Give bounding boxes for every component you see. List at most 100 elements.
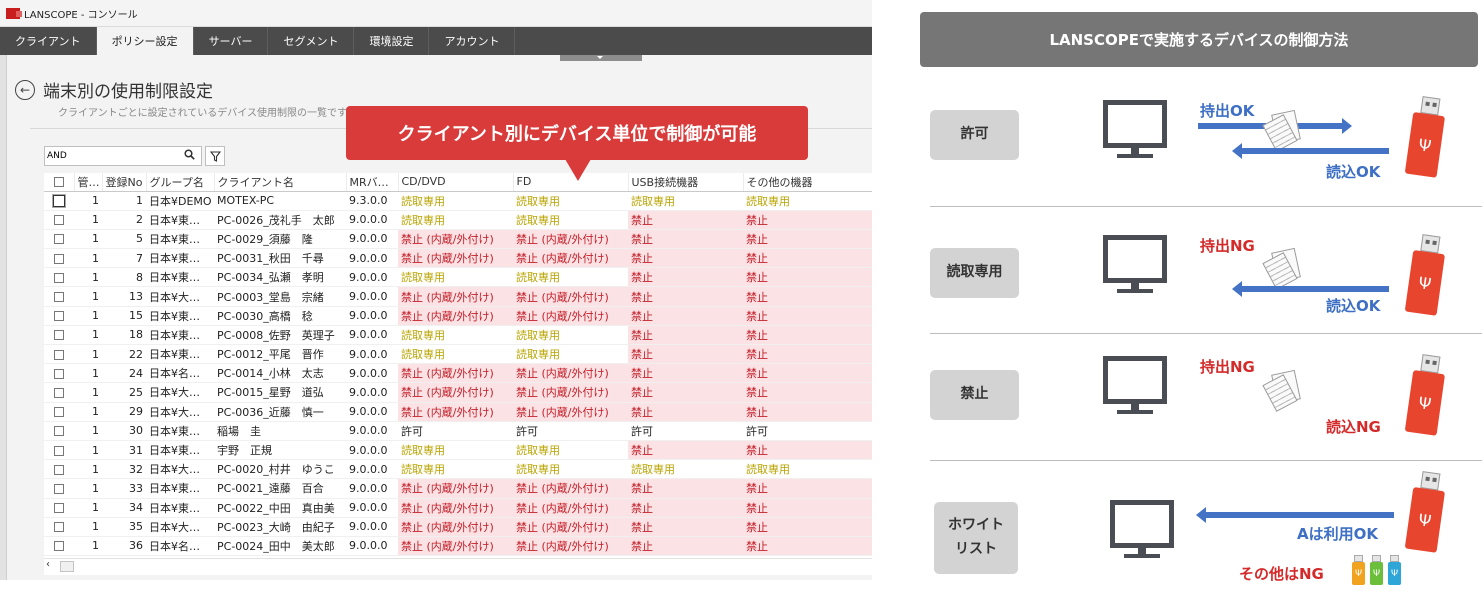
tab-server[interactable]: サーバー (194, 27, 269, 55)
row-select-cell[interactable] (44, 363, 74, 384)
cell-reg-no: 22 (102, 344, 146, 365)
row-select-cell[interactable] (44, 210, 74, 230)
table-row[interactable]: 1 35 日本¥大… PC-0023_大崎 由紀子 9.0.0.0 禁止 (内蔵/外付け)… (44, 517, 872, 537)
table-row[interactable]: 1 31 日本¥東… 宇野 正規 9.0.0.0 読取専用 読取専用 禁止 禁止 (44, 440, 872, 461)
row-select-cell[interactable] (44, 382, 74, 403)
select-all-checkbox[interactable] (53, 177, 64, 188)
table-row[interactable]: 1 15 日本¥東… PC-0030_高橋 稔 9.0.0.0 禁止 (内蔵/外付け) 禁止… (44, 306, 872, 326)
col-header-reg-no[interactable]: 登録No (102, 173, 147, 192)
search-icon[interactable] (184, 149, 195, 163)
row-select-cell[interactable] (44, 248, 74, 269)
row-checkbox[interactable] (54, 541, 64, 552)
horizontal-scrollbar[interactable]: ‹ (44, 558, 872, 573)
col-header-other[interactable]: その他の機器 (743, 173, 872, 192)
table-row[interactable]: 1 30 日本¥東… 稲場 圭 9.0.0.0 許可 許可 許可 許可 (44, 421, 872, 441)
row-select-cell[interactable] (44, 344, 74, 365)
row-checkbox[interactable] (54, 503, 64, 514)
table-row[interactable]: 1 32 日本¥大… PC-0020_村井 ゆうこ 9.0.0.0 読取専用 読取専用 読取専… (44, 459, 872, 480)
row-select-cell[interactable] (44, 498, 74, 518)
scrollbar-thumb[interactable] (60, 561, 74, 572)
row-select-cell[interactable] (44, 440, 74, 461)
row-checkbox[interactable] (54, 483, 64, 494)
row-select-cell[interactable] (44, 421, 74, 441)
table-row[interactable]: 1 24 日本¥名… PC-0014_小林 太志 9.0.0.0 禁止 (内蔵/外付け) 禁… (44, 363, 872, 384)
table-row[interactable]: 1 33 日本¥東… PC-0021_遠藤 百合 9.0.0.0 禁止 (内蔵/外付け) 禁… (44, 478, 872, 499)
row-select-cell[interactable] (44, 325, 74, 346)
row-checkbox[interactable] (54, 426, 64, 437)
filter-field[interactable] (44, 146, 202, 166)
scroll-left-icon[interactable]: ‹ (46, 559, 50, 570)
tab-environment-settings[interactable]: 環境設定 (354, 27, 430, 55)
table-row[interactable]: 1 18 日本¥東… PC-0008_佐野 英理子 9.0.0.0 読取専用 読取専用 禁止禁… (44, 325, 872, 346)
row-checkbox[interactable] (54, 253, 64, 264)
row-checkbox[interactable] (54, 387, 64, 398)
row-select-cell[interactable] (44, 478, 74, 499)
cell-fd: 禁止 (内蔵/外付け) (513, 286, 628, 307)
row-select-cell[interactable] (44, 229, 74, 250)
row-checkbox[interactable] (54, 234, 64, 245)
row-checkbox[interactable] (54, 311, 64, 322)
select-all-cell[interactable] (44, 173, 75, 192)
tab-client[interactable]: クライアント (0, 27, 97, 55)
cell-cd-dvd: 読取専用 (398, 210, 513, 230)
collapse-handle[interactable] (560, 55, 642, 61)
cell-usb: 禁止 (628, 325, 743, 346)
table-header-row: 管… 登録No グループ名 クライアント名 MRバ… CD/DVD FD USB… (44, 173, 872, 192)
col-header-cd-dvd[interactable]: CD/DVD (398, 173, 514, 192)
row-checkbox[interactable] (54, 272, 64, 283)
cell-mr-version: 9.0.0.0 (346, 536, 398, 557)
row-checkbox[interactable] (54, 445, 64, 456)
cell-cd-dvd: 禁止 (内蔵/外付け) (398, 229, 513, 250)
funnel-icon[interactable] (205, 146, 225, 166)
row-select-cell[interactable] (44, 286, 74, 307)
row-checkbox[interactable] (54, 464, 64, 475)
monitor-icon (1103, 100, 1167, 158)
row-select-cell[interactable] (44, 536, 74, 557)
col-header-client[interactable]: クライアント名 (214, 173, 347, 192)
col-header-mr-version[interactable]: MRバ… (346, 173, 399, 192)
cell-mr-version: 9.0.0.0 (346, 382, 398, 403)
table-row[interactable]: 1 2 日本¥東… PC-0026_茂礼手 太郎 9.0.0.0 読取専用 読取専用 禁止 禁止 (44, 210, 872, 230)
table-row[interactable]: 1 7 日本¥東… PC-0031_秋田 千尋 9.0.0.0 禁止 (内蔵/外付け) 禁止… (44, 248, 872, 269)
cell-other: 禁止 (743, 382, 872, 403)
cell-cd-dvd: 読取専用 (398, 459, 513, 480)
table-row[interactable]: 1 25 日本¥大… PC-0015_星野 道弘 9.0.0.0 禁止 (内蔵/外付け) 禁… (44, 382, 872, 403)
tab-segment[interactable]: セグメント (268, 27, 355, 55)
row-select-cell[interactable] (44, 517, 74, 537)
table-row[interactable]: 1 36 日本¥名… PC-0024_田中 美太郎 9.0.0.0 禁止 (内蔵/外付け)… (44, 536, 872, 557)
col-header-usb[interactable]: USB接続機器 (628, 173, 744, 192)
row-select-cell[interactable] (44, 267, 74, 288)
table-row[interactable]: 1 22 日本¥東… PC-0012_平尾 晋作 9.0.0.0 読取専用 読取専用 禁止 禁止 (44, 344, 872, 365)
table-row[interactable]: 1 5 日本¥東… PC-0029_須藤 隆 9.0.0.0 禁止 (内蔵/外付け) 禁止 … (44, 229, 872, 250)
row-checkbox[interactable] (54, 330, 64, 341)
tab-account[interactable]: アカウント (429, 27, 516, 55)
row-checkbox[interactable] (54, 522, 64, 533)
table-row[interactable]: 1 8 日本¥東… PC-0034_弘瀬 孝明 9.0.0.0 読取専用 読取専用 禁止 禁止 (44, 267, 872, 288)
row-select-cell[interactable] (44, 402, 74, 422)
table-row[interactable]: 1 13 日本¥大… PC-0003_堂島 宗緒 9.0.0.0 禁止 (内蔵/外付け) 禁… (44, 286, 872, 307)
table-row[interactable]: 1 29 日本¥大… PC-0036_近藤 慎一 9.0.0.0 禁止 (内蔵/外付け) 禁… (44, 402, 872, 422)
label-whitelist-line1: ホワイト (948, 517, 1004, 534)
cell-group: 日本¥DEMO (146, 191, 214, 211)
cell-cd-dvd: 禁止 (内蔵/外付け) (398, 478, 513, 499)
table-row[interactable]: 1 34 日本¥東… PC-0022_中田 真由美 9.0.0.0 禁止 (内蔵/外付け)… (44, 498, 872, 518)
row-checkbox[interactable] (53, 195, 65, 208)
cell-fd: 禁止 (内蔵/外付け) (513, 517, 628, 537)
tab-policy-settings[interactable]: ポリシー設定 (96, 27, 194, 55)
filter-input[interactable] (47, 149, 175, 163)
row-select-cell[interactable] (44, 459, 74, 480)
table-row[interactable]: 1 1 日本¥DEMO MOTEX-PC 9.3.0.0 読取専用 読取専用 読取専用 読取専用 (44, 191, 872, 211)
row-checkbox[interactable] (54, 368, 64, 379)
cell-kan: 1 (74, 363, 102, 384)
back-arrow-icon[interactable]: ← (15, 80, 35, 100)
cell-reg-no: 34 (102, 498, 146, 518)
row-select-cell[interactable] (44, 306, 74, 326)
row-checkbox[interactable] (54, 215, 64, 226)
row-select-cell[interactable] (44, 191, 74, 211)
col-header-group[interactable]: グループ名 (146, 173, 215, 192)
col-header-kan[interactable]: 管… (74, 173, 103, 192)
row-checkbox[interactable] (54, 292, 64, 303)
row-checkbox[interactable] (54, 407, 64, 418)
row-checkbox[interactable] (54, 349, 64, 360)
section-divider (930, 333, 1482, 334)
